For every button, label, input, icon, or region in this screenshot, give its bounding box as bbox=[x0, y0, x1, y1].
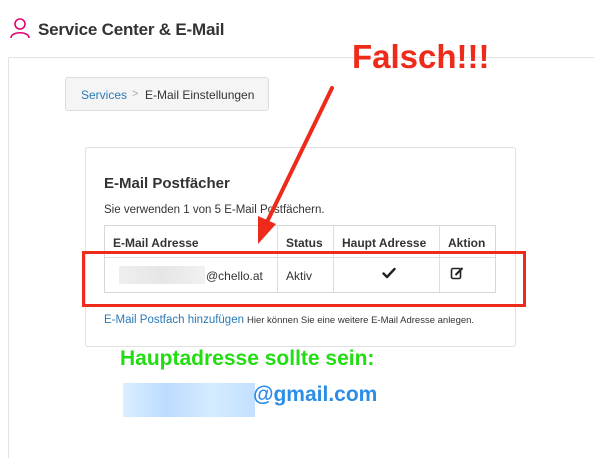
add-mailbox-link[interactable]: E-Mail Postfach hinzufügen bbox=[104, 314, 244, 326]
user-icon[interactable] bbox=[9, 17, 31, 39]
falsch-annotation: Falsch!!! bbox=[352, 38, 490, 75]
breadcrumb-separator: > bbox=[132, 88, 139, 100]
add-mailbox-hint: Hier können Sie eine weitere E-Mail Adre… bbox=[247, 315, 475, 326]
breadcrumb: Services > E-Mail Einstellungen bbox=[65, 77, 269, 111]
breadcrumb-current: E-Mail Einstellungen bbox=[145, 88, 255, 102]
main-address-hint: Hauptadresse sollte sein: bbox=[120, 347, 375, 370]
column-header-email: E-Mail Adresse bbox=[113, 236, 199, 250]
page-title: Service Center & E-Mail bbox=[38, 20, 225, 39]
redacted-gmail-prefix bbox=[123, 383, 255, 417]
column-header-action: Aktion bbox=[448, 236, 486, 250]
card-title: E-Mail Postfächer bbox=[104, 175, 230, 192]
highlight-box bbox=[82, 251, 526, 307]
column-header-status: Status bbox=[286, 236, 323, 250]
column-header-main: Haupt Adresse bbox=[342, 236, 427, 250]
breadcrumb-link-services[interactable]: Services bbox=[81, 88, 127, 102]
card-subtitle: Sie verwenden 1 von 5 E-Mail Postfächern… bbox=[104, 204, 325, 216]
gmail-address: @gmail.com bbox=[253, 383, 378, 406]
add-mailbox-row: E-Mail Postfach hinzufügen Hier können Si… bbox=[104, 314, 474, 326]
page-header: Service Center & E-Mail bbox=[0, 0, 594, 58]
